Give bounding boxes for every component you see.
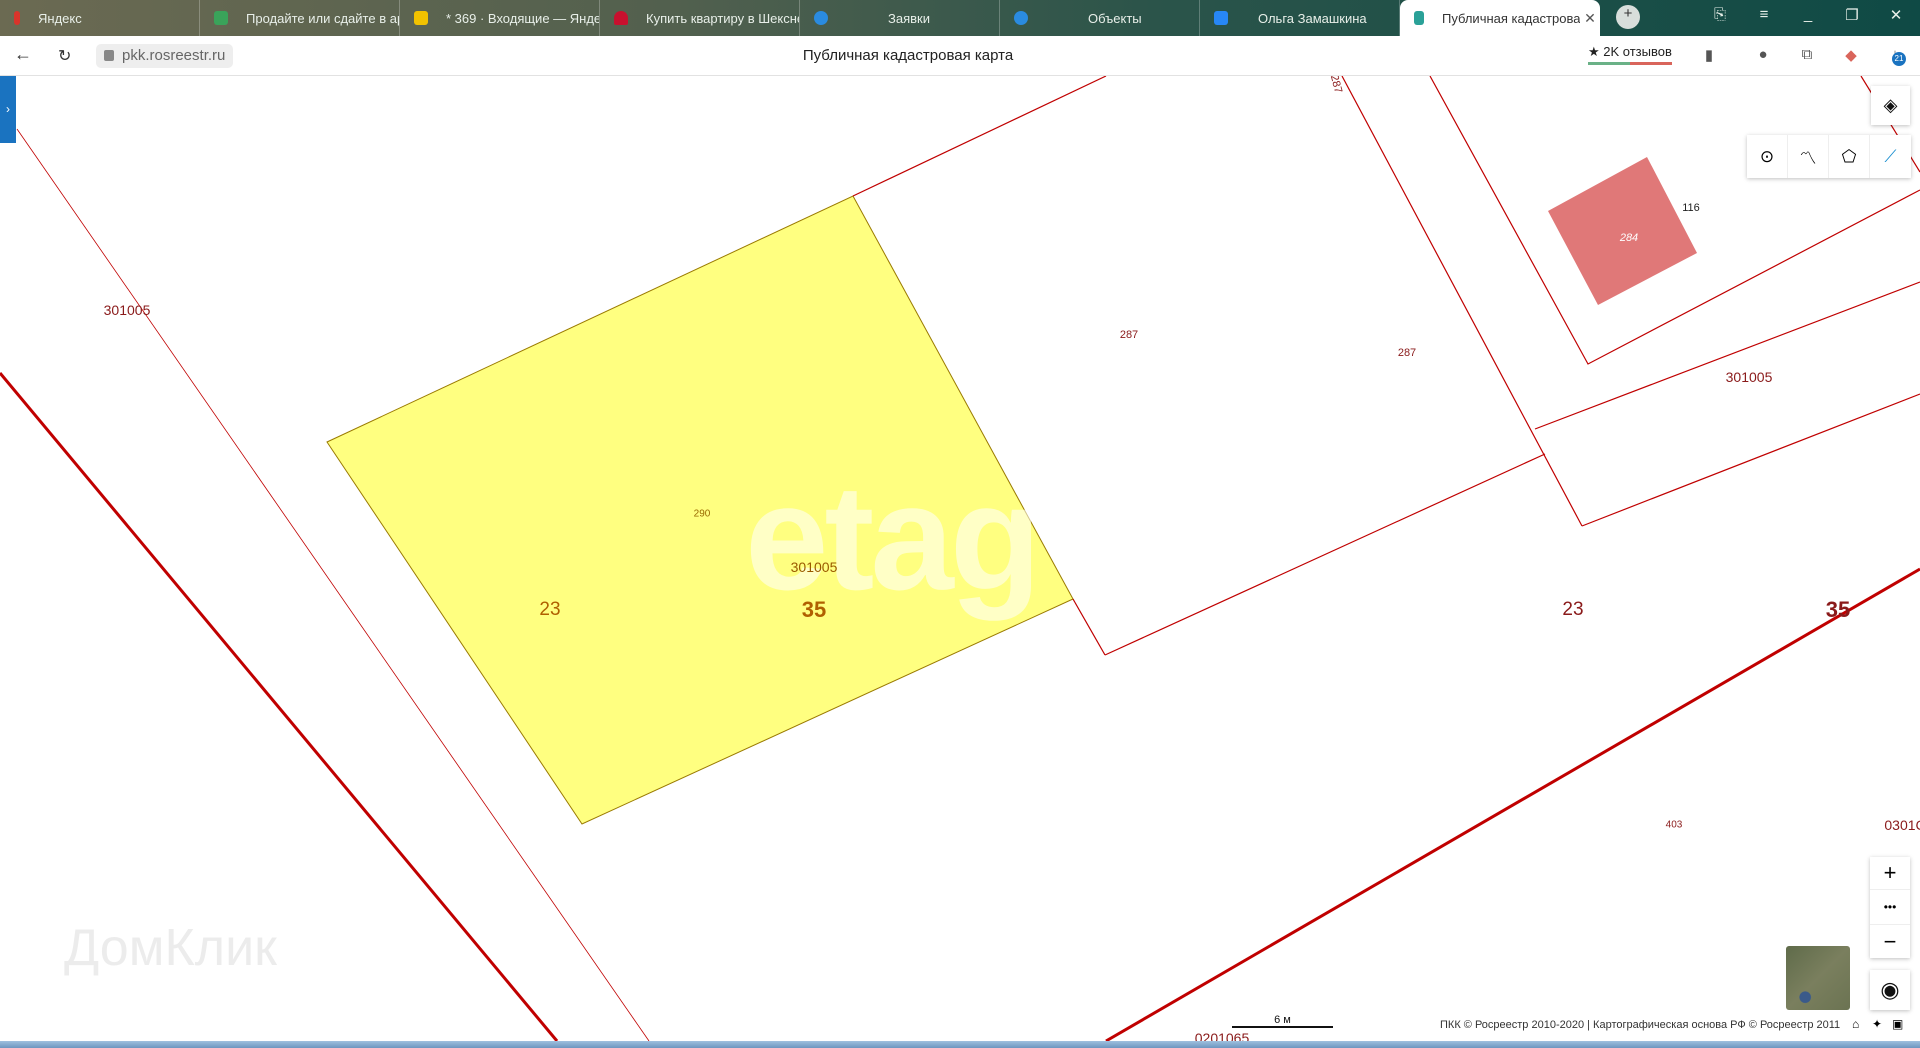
parcel-label: 287: [1397, 347, 1417, 359]
parcel-label: 290: [693, 508, 711, 520]
compass-button[interactable]: ◉: [1870, 970, 1910, 1010]
locate-icon[interactable]: ✦: [1872, 1017, 1882, 1031]
tab-objects[interactable]: Объекты: [1000, 0, 1200, 36]
attribution: ПКК © Росреестр 2010-2020 | Картографиче…: [1440, 1019, 1841, 1031]
alice-icon[interactable]: ●: [1754, 46, 1772, 64]
boundary-line: [1104, 453, 1546, 656]
basemap-switcher[interactable]: [1786, 946, 1850, 1010]
tab-buy[interactable]: Купить квартиру в Шексне: [600, 0, 800, 36]
district-label: 35: [1825, 597, 1851, 622]
mail-icon: [414, 11, 428, 25]
sidebar-toggle[interactable]: ›: [0, 76, 16, 143]
tab-mail[interactable]: * 369 · Входящие — Яндекс: [400, 0, 600, 36]
region-label: 23: [539, 599, 561, 620]
polygon-tool-button[interactable]: ⬠: [1829, 135, 1870, 178]
cadastral-map[interactable]: etag ДомКлик 301005 290 301005 23 35 287…: [0, 76, 1920, 1042]
house-icon: [614, 11, 628, 25]
home-icon[interactable]: ⌂: [1852, 1017, 1859, 1031]
menu-icon[interactable]: ≡: [1752, 6, 1776, 23]
downloads-badge: 21: [1892, 52, 1906, 66]
tab-label: Объекты: [1088, 10, 1142, 26]
line-tool-button[interactable]: 〽: [1788, 135, 1829, 178]
domclick-watermark: ДомКлик: [64, 919, 277, 977]
target-icon: ⊙: [1759, 146, 1775, 166]
vk-icon: [1214, 11, 1228, 25]
zoom-in-button[interactable]: +: [1870, 857, 1910, 890]
pkk-icon: [1414, 11, 1424, 25]
ruler-icon: ⟋: [1884, 146, 1897, 166]
tab-requests[interactable]: Заявки: [800, 0, 1000, 36]
tab-label: Купить квартиру в Шексне: [646, 10, 799, 26]
tab-label: Яндекс: [38, 10, 82, 26]
boundary-line: [1534, 281, 1920, 430]
bookmark-icon[interactable]: ▮: [1700, 46, 1718, 64]
quarter-label: 301005: [1725, 369, 1773, 385]
tab-pkk-active[interactable]: Публичная кадастровая карта✕: [1400, 0, 1600, 36]
fullscreen-icon[interactable]: ▣: [1892, 1017, 1903, 1031]
tab-label: Заявки: [888, 10, 930, 26]
zoom-controls: + ••• −: [1870, 857, 1910, 958]
address-bar: ← ↻ pkk.rosreestr.ru Публичная кадастров…: [0, 36, 1920, 76]
point-tool-button[interactable]: ⊙: [1747, 135, 1788, 178]
tab-label: * 369 · Входящие — Яндекс: [446, 10, 599, 26]
bookmarks-icon[interactable]: ⎘: [1708, 6, 1732, 23]
boundary-line: [1072, 598, 1106, 656]
new-tab-button[interactable]: +: [1616, 5, 1640, 29]
district-label: 35: [801, 597, 827, 622]
boundary-line: [1581, 393, 1920, 527]
extensions-icon[interactable]: ⧉: [1798, 46, 1816, 64]
map-toolbar: ⊙ 〽 ⬠ ⟋: [1747, 135, 1911, 178]
taskbar: [0, 1041, 1920, 1048]
boundary-line: [1341, 76, 1583, 527]
page-title: Публичная кадастровая карта: [802, 47, 1014, 64]
restore-icon[interactable]: ❐: [1840, 6, 1864, 24]
ruler-tool-button[interactable]: ⟋: [1870, 135, 1911, 178]
tab-label: Ольга Замашкина: [1258, 10, 1367, 26]
compass-icon: ◉: [1880, 977, 1900, 1002]
tab-sell[interactable]: Продайте или сдайте в аренду: [200, 0, 400, 36]
layers-button[interactable]: ◈: [1871, 86, 1910, 125]
close-tab-icon[interactable]: ✕: [1580, 10, 1600, 27]
quarter-label: 301005: [103, 302, 151, 318]
etag-watermark: etag: [745, 453, 1041, 621]
zoom-more-button[interactable]: •••: [1870, 890, 1910, 925]
scale-bar: 6 м: [1232, 1014, 1333, 1028]
yandex-icon: [14, 11, 20, 25]
tab-vk[interactable]: Ольга Замашкина: [1200, 0, 1400, 36]
reviews-button[interactable]: ★ 2K отзывов: [1588, 44, 1672, 65]
polyline-icon: 〽: [1799, 149, 1817, 168]
tab-label: Продайте или сдайте в аренду: [246, 10, 399, 26]
layers-icon: ◈: [1883, 95, 1898, 115]
zoom-out-button[interactable]: −: [1870, 925, 1910, 958]
region-label: 23: [1562, 599, 1584, 620]
close-window-icon[interactable]: ✕: [1884, 6, 1908, 24]
tab-yandex[interactable]: Яндекс: [0, 0, 200, 36]
downloads-icon[interactable]: ↓21: [1886, 46, 1906, 66]
tab-label: Публичная кадастровая карта: [1442, 10, 1580, 26]
app-icon: [1014, 11, 1028, 25]
building-label: 284: [1619, 232, 1639, 244]
parcel-label: 116: [1682, 202, 1700, 214]
minimize-icon[interactable]: _: [1796, 6, 1820, 23]
domclick-icon: [214, 11, 228, 25]
quarter-label: 301005: [790, 559, 838, 575]
quarter-label: 0301С: [1884, 817, 1920, 833]
tab-bar: Яндекс Продайте или сдайте в аренду * 36…: [0, 0, 1920, 36]
parcel-label: 287: [1119, 329, 1139, 341]
app-icon: [814, 11, 828, 25]
parcel-label: 403: [1665, 819, 1683, 831]
boundary-line: [852, 76, 1107, 197]
pentagon-icon: ⬠: [1841, 146, 1857, 166]
protect-icon[interactable]: ◆: [1842, 46, 1860, 64]
building-284: [1548, 157, 1697, 305]
